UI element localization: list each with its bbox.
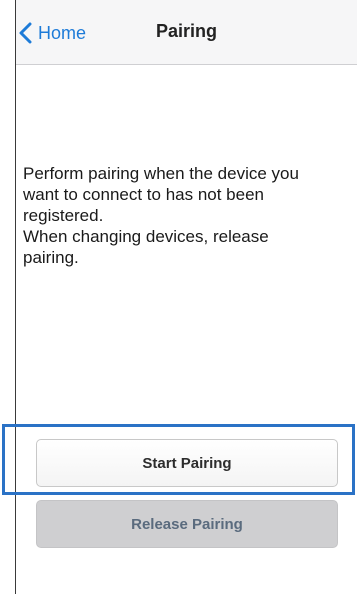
home-back-button[interactable]: Home (18, 20, 86, 46)
back-label: Home (38, 22, 87, 43)
navigation-bar: Home Pairing (16, 0, 357, 65)
pairing-screen: Home Pairing Perform pairing when the de… (0, 0, 357, 594)
chevron-left-icon (19, 22, 32, 44)
pairing-instructions: Perform pairing when the device you want… (23, 163, 323, 268)
instruction-text-1: Perform pairing when the device you want… (23, 164, 299, 225)
instruction-text-2: When changing devices, release pairing. (23, 227, 269, 267)
release-pairing-button[interactable]: Release Pairing (36, 500, 338, 548)
left-border-line (15, 0, 16, 594)
start-pairing-button[interactable]: Start Pairing (36, 439, 338, 487)
page-title: Pairing (156, 21, 218, 41)
